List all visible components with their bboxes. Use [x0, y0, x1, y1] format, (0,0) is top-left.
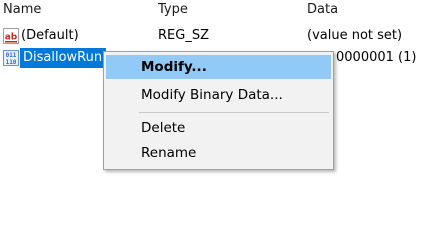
menu-item-label: Delete [141, 120, 186, 136]
column-header-name[interactable]: Name [3, 2, 41, 17]
value-data: (value not set) [307, 28, 403, 43]
menu-item-rename[interactable]: Rename [106, 141, 331, 165]
menu-separator [139, 112, 329, 113]
menu-item-modify-binary-data[interactable]: Modify Binary Data... [106, 83, 331, 107]
svg-text:011: 011 [6, 52, 17, 59]
menu-item-label: Rename [141, 145, 197, 161]
menu-item-delete[interactable]: Delete [106, 116, 331, 140]
menu-item-modify[interactable]: Modify... [106, 55, 331, 79]
svg-text:110: 110 [6, 59, 17, 66]
value-type: REG_SZ [158, 28, 209, 43]
column-header-type[interactable]: Type [158, 2, 188, 17]
list-header: Name Type Data [0, 0, 425, 20]
value-name: (Default) [21, 28, 79, 43]
value-name-selected[interactable]: DisallowRun [20, 48, 106, 68]
menu-item-label: Modify Binary Data... [141, 87, 283, 103]
string-value-icon: ab [3, 28, 19, 44]
list-item[interactable]: ab (Default) REG_SZ (value not set) [0, 26, 425, 46]
column-header-data[interactable]: Data [307, 2, 338, 17]
value-name: DisallowRun [23, 50, 103, 65]
menu-item-label: Modify... [141, 59, 207, 75]
context-menu: Modify... Modify Binary Data... Delete R… [103, 51, 334, 170]
dword-value-icon: 011 110 [3, 50, 19, 66]
value-data: 0000001 (1) [336, 50, 417, 65]
